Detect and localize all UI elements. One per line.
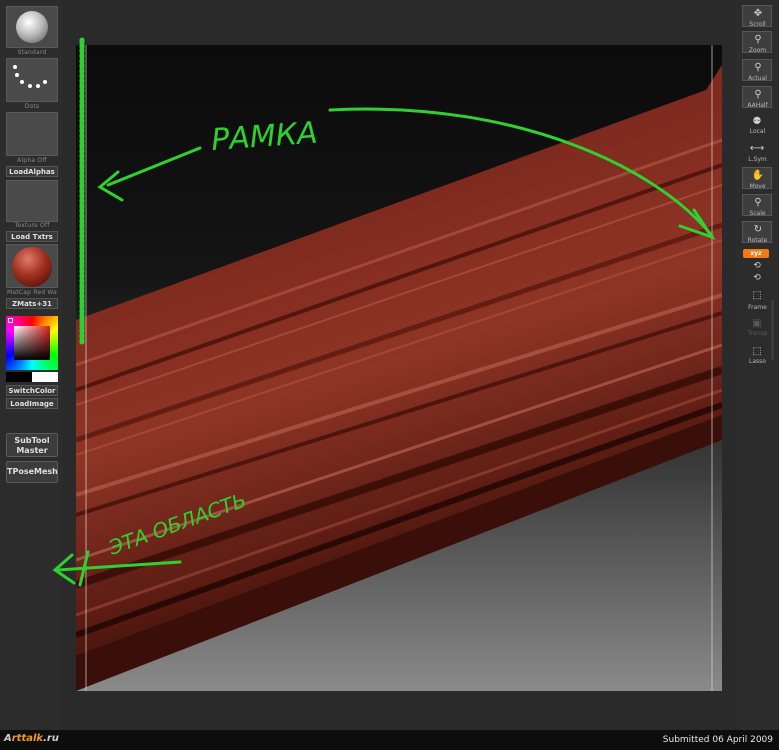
zoom-icon: ⚲ xyxy=(754,34,762,45)
right-shelf: ✥ Scroll ⚲ Zoom ⚲ Actual ⚲ AAHalf ⚉ Loca… xyxy=(736,0,779,730)
frame-word: РАМКА xyxy=(210,116,319,158)
xyz-toggle[interactable]: xyz xyxy=(743,249,769,258)
area-words: ЭТА ОБЛАСТЬ xyxy=(105,488,250,560)
rotate-y-icon[interactable]: ⟲ xyxy=(742,261,772,271)
arrowhead-frame xyxy=(97,170,124,202)
actual-label: Actual xyxy=(748,75,767,82)
actual-icon: ⚲ xyxy=(754,62,762,73)
move-label: Move xyxy=(749,183,766,190)
zoom-label: Zoom xyxy=(748,47,767,54)
transp-icon[interactable]: ▣ xyxy=(742,318,772,329)
right-shelf-scrollbar[interactable] xyxy=(771,300,774,360)
frame-icon[interactable]: ⬚ xyxy=(742,290,772,301)
arrowhead-right xyxy=(678,208,716,240)
lsym-label: L.Sym xyxy=(748,156,767,163)
local-icon[interactable]: ⚉ xyxy=(742,116,772,127)
rotate-z-icon[interactable]: ⟲ xyxy=(742,273,772,283)
aahalf-icon: ⚲ xyxy=(754,89,762,100)
move-hand-icon: ✋ xyxy=(751,170,765,181)
scroll-icon: ✥ xyxy=(753,8,763,19)
lsym-icon[interactable]: ⟷ xyxy=(742,143,772,154)
aahalf-label: AAHalf xyxy=(747,102,768,109)
lasso-icon[interactable]: ⬚ xyxy=(742,346,772,357)
footer-bar: Arttalk.ru Submitted 06 April 2009 xyxy=(0,730,779,750)
scale-icon: ⚲ xyxy=(754,197,762,208)
scale-label: Scale xyxy=(749,210,766,217)
rotate-label: Rotate xyxy=(747,237,768,244)
rotate-icon: ↻ xyxy=(753,224,763,235)
logo-suffix: .ru xyxy=(43,733,59,744)
zbrush-window: Standard Dots Alpha Off LoadAlphas Textu… xyxy=(0,0,779,730)
annotation-overlay: РАМКА ЭТА ОБЛАСТЬ xyxy=(52,37,716,587)
arrow-to-area xyxy=(56,560,182,572)
arrow-curve xyxy=(328,107,714,238)
site-logo[interactable]: Arttalk.ru xyxy=(4,733,59,744)
arrow-to-frame xyxy=(106,146,202,187)
scroll-label: Scroll xyxy=(749,21,766,28)
submitted-date: Submitted 06 April 2009 xyxy=(662,735,773,745)
logo-mid: rttalk xyxy=(11,733,44,744)
logo-prefix: A xyxy=(4,733,12,744)
local-label: Local xyxy=(749,128,766,135)
